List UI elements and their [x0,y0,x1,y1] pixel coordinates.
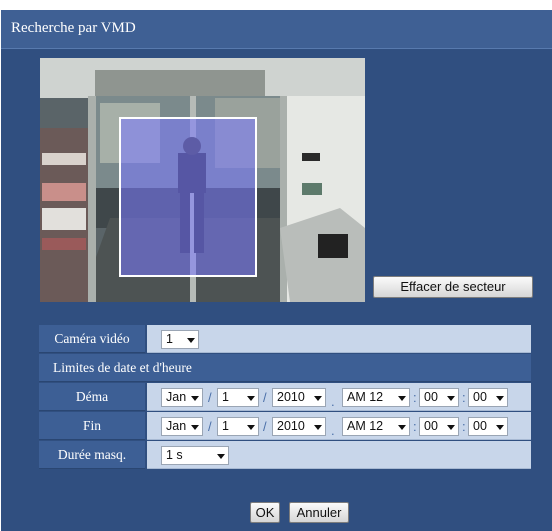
camera-select[interactable]: 1 [161,330,199,349]
end-month-value: Jan [166,419,187,433]
chevron-down-icon [247,425,255,430]
duration-value-cell: 1 s [147,441,531,469]
duration-value: 1 s [166,448,183,462]
start-day-value: 1 [222,390,229,404]
end-value-cell: Jan / 1 / 2010 . AM 12 : 00 : 00 [147,412,531,440]
date-time-separator: . [331,394,335,409]
chevron-down-icon [187,338,195,343]
end-day-select[interactable]: 1 [217,417,259,436]
vmd-search-dialog: Recherche par VMD Effacer de secteur Cam… [1,10,552,531]
ok-button[interactable]: OK [250,502,280,523]
time-separator: : [413,390,417,405]
start-month-select[interactable]: Jan [161,388,203,407]
chevron-down-icon [496,396,504,401]
duration-row: Durée masq. 1 s [39,441,531,469]
start-day-select[interactable]: 1 [217,388,259,407]
start-year-select[interactable]: 2010 [272,388,326,407]
chevron-down-icon [496,425,504,430]
end-day-value: 1 [222,419,229,433]
end-second-value: 00 [473,419,487,433]
camera-select-value: 1 [166,332,173,346]
cancel-button[interactable]: Annuler [289,502,349,523]
chevron-down-icon [314,425,322,430]
chevron-down-icon [247,396,255,401]
camera-value-cell: 1 [147,325,531,353]
camera-image [40,58,365,302]
end-minute-select[interactable]: 00 [419,417,459,436]
chevron-down-icon [447,425,455,430]
date-time-section-header: Limites de date et d'heure [39,354,531,382]
start-minute-value: 00 [424,390,438,404]
end-year-value: 2010 [277,419,305,433]
start-hour-select[interactable]: AM 12 [342,388,410,407]
date-separator: / [208,419,212,434]
start-month-value: Jan [166,390,187,404]
start-label: Déma [39,383,145,411]
start-second-value: 00 [473,390,487,404]
chevron-down-icon [217,454,225,459]
chevron-down-icon [314,396,322,401]
time-separator: : [462,390,466,405]
start-second-select[interactable]: 00 [468,388,508,407]
chevron-down-icon [447,396,455,401]
title-bar: Recherche par VMD [1,10,552,49]
end-second-select[interactable]: 00 [468,417,508,436]
date-separator: / [208,390,212,405]
end-month-select[interactable]: Jan [161,417,203,436]
chevron-down-icon [398,396,406,401]
duration-label: Durée masq. [39,441,145,469]
time-separator: : [413,419,417,434]
start-year-value: 2010 [277,390,305,404]
end-label: Fin [39,412,145,440]
chevron-down-icon [398,425,406,430]
date-separator: / [263,419,267,434]
start-value-cell: Jan / 1 / 2010 . AM 12 : 00 : 00 [147,383,531,411]
end-hour-value: AM 12 [347,419,384,433]
start-minute-select[interactable]: 00 [419,388,459,407]
date-time-separator: . [331,423,335,438]
vmd-selection-area [119,117,257,277]
end-row: Fin Jan / 1 / 2010 . AM 12 : 00 : 00 [39,412,531,440]
camera-preview[interactable] [40,58,365,302]
end-minute-value: 00 [424,419,438,433]
start-row: Déma Jan / 1 / 2010 . AM 12 : 00 : 00 [39,383,531,411]
camera-row: Caméra vidéo 1 [39,325,531,353]
chevron-down-icon [191,396,199,401]
start-hour-value: AM 12 [347,390,384,404]
camera-label: Caméra vidéo [39,325,145,353]
erase-area-button[interactable]: Effacer de secteur [373,276,533,298]
chevron-down-icon [191,425,199,430]
date-separator: / [263,390,267,405]
time-separator: : [462,419,466,434]
end-hour-select[interactable]: AM 12 [342,417,410,436]
duration-select[interactable]: 1 s [161,446,229,465]
window-title: Recherche par VMD [11,20,136,36]
end-year-select[interactable]: 2010 [272,417,326,436]
